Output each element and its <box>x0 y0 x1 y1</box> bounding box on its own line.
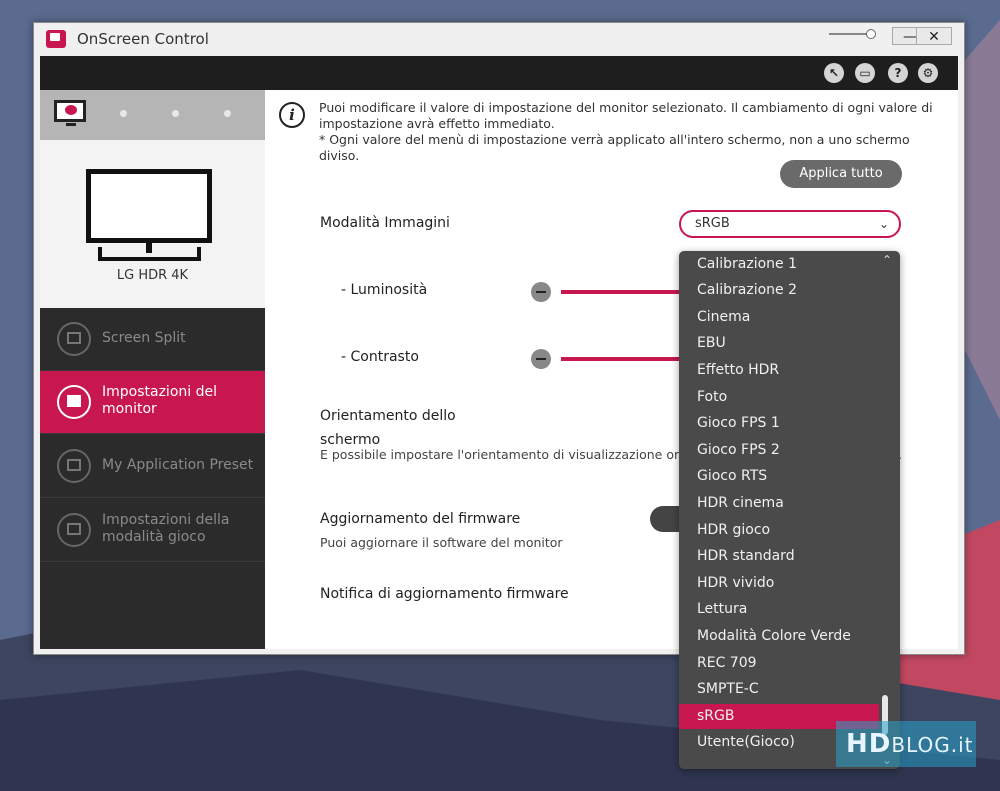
dropdown-option[interactable]: Gioco RTS <box>679 464 879 489</box>
dropdown-option[interactable]: Gioco FPS 2 <box>679 438 879 463</box>
info-icon: i <box>279 102 305 128</box>
app-preset-icon <box>57 449 91 483</box>
dropdown-option[interactable]: Gioco FPS 1 <box>679 411 879 436</box>
dropdown-option[interactable]: HDR cinema <box>679 491 879 516</box>
hdblog-watermark: HDBLOG.it <box>836 721 976 767</box>
dropdown-option[interactable]: SMPTE-C <box>679 677 879 702</box>
selected-monitor-icon[interactable] <box>54 100 86 122</box>
brightness-label: - Luminosità <box>341 282 428 298</box>
dropdown-option[interactable]: HDR standard <box>679 544 879 569</box>
monitor-name: LG HDR 4K <box>116 268 189 283</box>
chevron-down-icon: ⌄ <box>878 217 889 231</box>
watermark-hd: HD <box>846 729 892 759</box>
sidebar: LG HDR 4K Screen Split Impostazioni del … <box>40 90 265 649</box>
monitor-icon <box>86 169 212 243</box>
picture-mode-dropdown: ⌃ Calibrazione 1 Calibrazione 2 Cinema E… <box>679 251 900 769</box>
app-logo-icon <box>46 30 66 48</box>
info-text: Puoi modificare il valore di impostazion… <box>319 100 944 164</box>
monitor-base <box>98 247 201 261</box>
monitor-stand-icon <box>66 123 76 126</box>
dropdown-option[interactable]: HDR vivido <box>679 571 879 596</box>
top-toolbar: ↖ ▭ ? ⚙ <box>40 56 958 90</box>
sidebar-item-label: Impostazioni del monitor <box>102 384 217 417</box>
close-button[interactable]: ✕ <box>916 27 952 45</box>
dropdown-option[interactable]: Calibrazione 1 <box>679 252 879 277</box>
sidebar-item-screen-split[interactable]: Screen Split <box>40 308 265 371</box>
dropdown-option[interactable]: HDR gioco <box>679 518 879 543</box>
gamepad-icon <box>57 513 91 547</box>
opacity-slider[interactable] <box>829 29 876 39</box>
display-icon[interactable]: ▭ <box>855 63 875 83</box>
firmware-update-button[interactable] <box>650 506 680 532</box>
contrast-label: - Contrasto <box>341 349 419 365</box>
dropdown-option[interactable]: REC 709 <box>679 651 879 676</box>
apply-all-button[interactable]: Applica tutto <box>780 160 902 188</box>
cursor-icon[interactable]: ↖ <box>824 63 844 83</box>
dropdown-option[interactable]: Modalità Colore Verde <box>679 624 879 649</box>
picture-mode-label: Modalità Immagini <box>320 215 450 231</box>
picture-mode-value: sRGB <box>695 216 730 231</box>
dropdown-option[interactable]: Lettura <box>679 597 879 622</box>
dropdown-option[interactable]: EBU <box>679 331 879 356</box>
settings-icon[interactable]: ⚙ <box>918 63 938 83</box>
firmware-label: Aggiornamento del firmware <box>320 511 521 527</box>
scroll-up-icon[interactable]: ⌃ <box>882 253 892 267</box>
monitor-selector <box>40 90 265 140</box>
dropdown-option[interactable]: Effetto HDR <box>679 358 879 383</box>
orientation-label: Orientamento dello schermo <box>320 408 456 448</box>
monitor-slot-dot[interactable] <box>120 110 127 117</box>
dropdown-option[interactable]: Cinema <box>679 305 879 330</box>
sidebar-item-monitor-settings[interactable]: Impostazioni del monitor <box>40 371 265 434</box>
firmware-description: Puoi aggiornare il software del monitor <box>320 535 563 550</box>
sidebar-item-app-preset[interactable]: My Application Preset <box>40 435 265 498</box>
screen-split-icon <box>57 322 91 356</box>
monitor-settings-icon <box>57 385 91 419</box>
sidebar-item-game-mode[interactable]: Impostazioni della modalità gioco <box>40 499 265 562</box>
monitor-slot-dot[interactable] <box>172 110 179 117</box>
sidebar-item-label: My Application Preset <box>102 457 254 473</box>
help-icon[interactable]: ? <box>888 63 908 83</box>
sidebar-item-label: Screen Split <box>102 330 186 346</box>
brightness-decrease-button[interactable] <box>531 282 551 302</box>
picture-mode-select[interactable]: sRGB ⌄ <box>679 210 901 238</box>
dropdown-option[interactable]: Calibrazione 2 <box>679 278 879 303</box>
info-line: Puoi modificare il valore di impostazion… <box>319 100 933 131</box>
orientation-description: E possibile impostare l'orientamento di … <box>320 447 696 462</box>
contrast-decrease-button[interactable] <box>531 349 551 369</box>
sidebar-item-label: Impostazioni della modalità gioco <box>102 512 230 545</box>
title-bar: OnScreen Control — ✕ <box>34 23 964 55</box>
watermark-blog: BLOG.it <box>891 733 974 757</box>
firmware-notify-label: Notifica di aggiornamento firmware <box>320 586 569 602</box>
monitor-slot-dot[interactable] <box>224 110 231 117</box>
window-title: OnScreen Control <box>77 30 209 48</box>
monitor-preview: LG HDR 4K <box>40 140 265 308</box>
dropdown-option[interactable]: Foto <box>679 385 879 410</box>
